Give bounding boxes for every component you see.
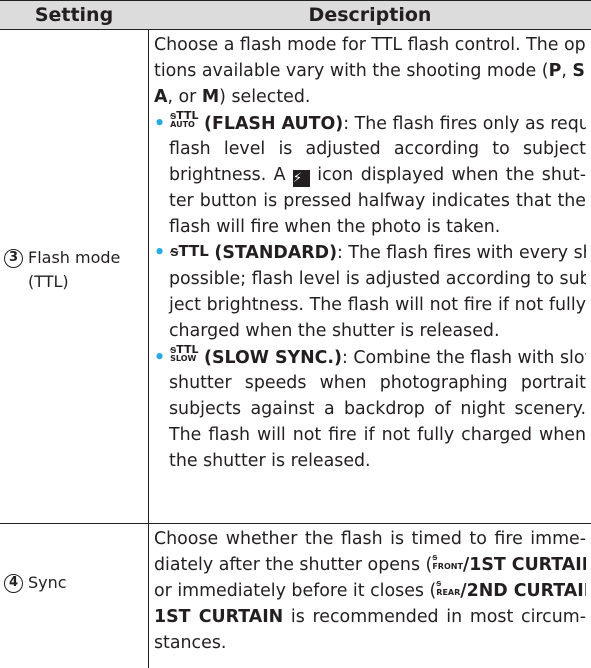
desc-line: ject brightness. The flash will not fire… (169, 295, 586, 315)
flash-ttl-slow-icon: ᵴTTL SLOW (170, 344, 199, 363)
desc-line: A, or M) selected. (154, 87, 311, 107)
number-3-icon: 3 (4, 249, 23, 268)
header-description: Description (308, 4, 432, 26)
desc-line: flash will fire when the photo is taken. (169, 217, 501, 237)
desc-line: flash level is adjusted according to sub… (169, 139, 586, 159)
header-setting: Setting (34, 4, 114, 26)
number-4-icon: 4 (4, 574, 23, 593)
bullet-icon: • (154, 348, 166, 368)
desc-line: Choose whether the flash is timed to fir… (154, 529, 586, 549)
column-divider (148, 30, 149, 524)
setting-label-sync: Sync (28, 573, 67, 592)
list-item: • ᵴTTL SLOW (SLOW SYNC.): Combine the flas… (154, 344, 586, 368)
desc-line: diately after the shutter opens (ᵴ FRONT /… (154, 553, 586, 576)
desc-line: stances. (154, 633, 227, 653)
flash-ready-icon: ⚡ (292, 170, 310, 187)
rear-curtain-icon: ᵴ REAR (436, 579, 461, 597)
desc-line: brightness. A ⚡ icon displayed when the … (169, 165, 586, 187)
bullet-icon: • (154, 243, 166, 263)
desc-line: tions available vary with the shooting m… (154, 61, 586, 81)
front-curtain-icon: ᵴ FRONT (432, 553, 463, 571)
list-item: • ᵴTTL (STANDARD): The flash fires with e… (154, 242, 586, 263)
desc-line: subjects against a backdrop of night sce… (169, 399, 586, 419)
desc-line: Choose a flash mode for TTL flash contro… (154, 35, 586, 55)
setting-sync: 4 Sync (0, 524, 148, 668)
desc-line: the shutter is released. (169, 451, 371, 471)
description-sync: Choose whether the flash is timed to fir… (154, 526, 586, 656)
table-header: Setting Description (0, 0, 591, 30)
setting-label-flash-mode: Flash mode (TTL) (28, 248, 121, 291)
desc-line: or immediately before it closes (ᵴ REAR/2… (154, 579, 586, 602)
desc-line: The flash will not fire if not fully cha… (169, 425, 586, 445)
desc-line: shutter speeds when photographing portra… (169, 373, 586, 393)
list-item: • ᵴTTL AUTO (FLASH AUTO): The flash fires … (154, 110, 586, 134)
setting-flash-mode: 3 Flash mode (TTL) (0, 30, 148, 524)
desc-line: charged when the shutter is released. (169, 321, 500, 341)
desc-line: possible; flash level is adjusted accord… (169, 269, 586, 289)
column-divider (148, 524, 149, 668)
flash-ttl-standard-icon: ᵴTTL (170, 242, 209, 260)
desc-line: 1ST CURTAIN is recommended in most circu… (154, 607, 586, 627)
description-flash-mode: Choose a flash mode for TTL flash contro… (154, 32, 586, 474)
flash-ttl-auto-icon: ᵴTTL AUTO (170, 110, 199, 129)
bullet-icon: • (154, 114, 166, 134)
desc-line: ter button is pressed halfway indicates … (169, 191, 586, 211)
